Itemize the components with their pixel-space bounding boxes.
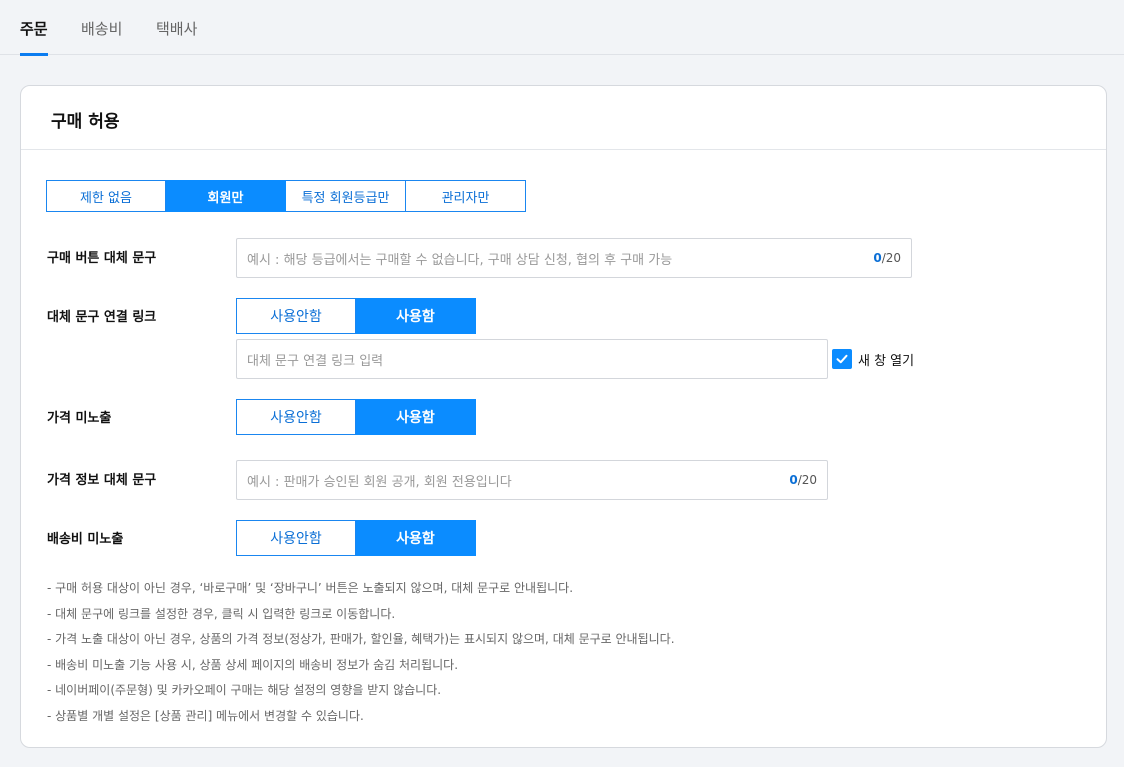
note-item: - 가격 노출 대상이 아닌 경우, 상품의 가격 정보(정상가, 판매가, 할…: [47, 632, 675, 647]
hide-price-on-button[interactable]: 사용함: [356, 399, 476, 435]
buy-button-text-placeholder: 예시 : 해당 등급에서는 구매할 수 없습니다, 구매 상담 신청, 협의 후…: [247, 252, 673, 268]
note-item: - 대체 문구에 링크를 설정한 경우, 클릭 시 입력한 링크로 이동합니다.: [47, 606, 396, 621]
price-text-label: 가격 정보 대체 문구: [47, 473, 157, 488]
alt-link-on-button[interactable]: 사용함: [356, 298, 476, 334]
price-text-counter: 0/20: [789, 473, 817, 487]
alt-link-placeholder: 대체 문구 연결 링크 입력: [247, 353, 384, 369]
buy-button-text-label: 구매 버튼 대체 문구: [47, 251, 157, 266]
scope-no-limit-button[interactable]: 제한 없음: [46, 180, 166, 212]
tab-shipping-fee[interactable]: 배송비: [81, 18, 122, 55]
help-notes: - 구매 허용 대상이 아닌 경우, ‘바로구매’ 및 ‘장바구니’ 버튼은 노…: [47, 576, 675, 730]
new-window-label: 새 창 열기: [858, 353, 915, 369]
purchase-scope-segmented: 제한 없음 회원만 특정 회원등급만 관리자만: [46, 180, 526, 212]
hide-shipping-off-button[interactable]: 사용안함: [236, 520, 356, 556]
price-text-placeholder: 예시 : 판매가 승인된 회원 공개, 회원 전용입니다: [247, 474, 512, 490]
alt-link-input[interactable]: 대체 문구 연결 링크 입력: [236, 339, 828, 379]
tab-order[interactable]: 주문: [20, 18, 48, 56]
new-window-checkbox[interactable]: 새 창 열기: [832, 349, 914, 369]
hide-price-toggle: 사용안함 사용함: [236, 399, 476, 435]
scope-admin-only-button[interactable]: 관리자만: [406, 180, 526, 212]
hide-shipping-label: 배송비 미노출: [47, 532, 124, 547]
hide-price-label: 가격 미노출: [47, 411, 112, 426]
note-item: - 상품별 개별 설정은 [상품 관리] 메뉴에서 변경할 수 있습니다.: [47, 708, 364, 723]
note-item: - 배송비 미노출 기능 사용 시, 상품 상세 페이지의 배송비 정보가 숨김…: [47, 657, 459, 672]
scope-member-grade-button[interactable]: 특정 회원등급만: [286, 180, 406, 212]
scope-members-only-button[interactable]: 회원만: [166, 180, 286, 212]
alt-link-label: 대체 문구 연결 링크: [47, 310, 157, 325]
card-title: 구매 허용: [51, 112, 120, 132]
alt-link-off-button[interactable]: 사용안함: [236, 298, 356, 334]
hide-price-off-button[interactable]: 사용안함: [236, 399, 356, 435]
checkmark-icon: [832, 349, 852, 369]
alt-link-toggle: 사용안함 사용함: [236, 298, 476, 334]
note-item: - 구매 허용 대상이 아닌 경우, ‘바로구매’ 및 ‘장바구니’ 버튼은 노…: [47, 581, 574, 595]
buy-button-text-input[interactable]: 예시 : 해당 등급에서는 구매할 수 없습니다, 구매 상담 신청, 협의 후…: [236, 238, 912, 278]
tab-courier[interactable]: 택배사: [156, 18, 197, 55]
price-text-input[interactable]: 예시 : 판매가 승인된 회원 공개, 회원 전용입니다 0/20: [236, 460, 828, 500]
buy-button-text-counter: 0/20: [873, 251, 901, 265]
hide-shipping-on-button[interactable]: 사용함: [356, 520, 476, 556]
card-header: 구매 허용: [21, 86, 1106, 150]
hide-shipping-toggle: 사용안함 사용함: [236, 520, 476, 556]
note-item: - 네이버페이(주문형) 및 카카오페이 구매는 해당 설정의 영향을 받지 않…: [47, 683, 442, 698]
purchase-permission-card: 구매 허용 제한 없음 회원만 특정 회원등급만 관리자만 구매 버튼 대체 문…: [20, 85, 1107, 748]
top-tab-bar: 주문 배송비 택배사: [0, 0, 1124, 56]
